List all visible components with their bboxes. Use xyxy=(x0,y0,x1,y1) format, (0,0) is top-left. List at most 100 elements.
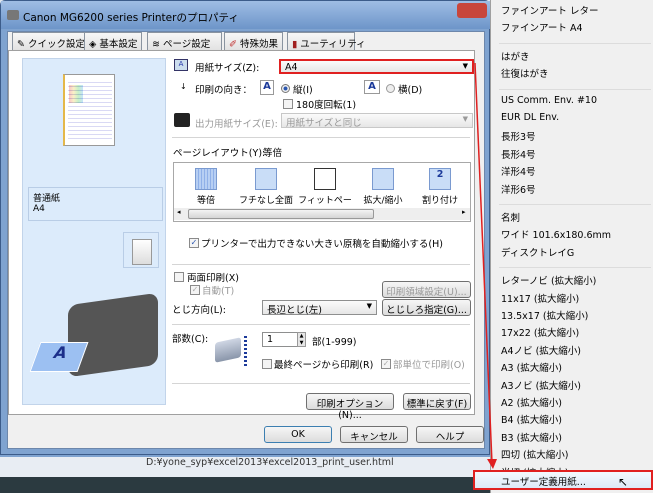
menu-item[interactable]: A2 (拡大縮小) xyxy=(501,395,562,409)
taskbar xyxy=(0,477,490,493)
print-options-button[interactable]: 印刷オプション(N)... xyxy=(306,393,394,421)
menu-item[interactable]: US Comm. Env. #10 xyxy=(501,95,597,106)
menu-item[interactable]: A3 (拡大縮小) xyxy=(501,360,562,374)
tab-page-setup[interactable]: ≋ ページ設定 xyxy=(147,32,222,50)
menu-item[interactable]: レターノビ (拡大縮小) xyxy=(501,273,596,287)
menu-item[interactable]: EUR DL Env. xyxy=(501,112,559,123)
close-button[interactable] xyxy=(457,3,487,18)
menu-item[interactable]: A3ノビ (拡大縮小) xyxy=(501,378,581,392)
copies-label: 部数(C): xyxy=(172,334,209,345)
menu-item[interactable]: 洋形4号 xyxy=(501,164,536,178)
portrait-label: 縦(I) xyxy=(293,85,313,96)
output-size-icon xyxy=(174,113,190,127)
borderless-icon xyxy=(255,168,277,190)
menu-item[interactable]: 17x22 (拡大縮小) xyxy=(501,325,579,339)
window-title: Canon MG6200 series Printerのプロパティ xyxy=(23,12,239,24)
fit-page-icon xyxy=(314,168,336,190)
landscape-label: 横(D) xyxy=(398,85,423,96)
collate-checkbox[interactable]: ✓ xyxy=(381,359,391,369)
menu-item[interactable]: B3 (拡大縮小) xyxy=(501,430,562,444)
menu-item[interactable]: はがき xyxy=(501,49,530,63)
collate-label: 部単位で印刷(O) xyxy=(393,360,465,371)
menu-item[interactable]: A4ノビ (拡大縮小) xyxy=(501,343,581,357)
portrait-icon: A xyxy=(260,80,274,95)
effects-icon: ✐ xyxy=(229,39,237,50)
collate-order-icon xyxy=(244,336,247,366)
cancel-button[interactable]: キャンセル xyxy=(340,426,408,443)
divider xyxy=(172,264,470,265)
layout-option-normal[interactable]: 等倍 xyxy=(176,193,236,206)
layout-list: 等倍 フチなし全面 フィットページ 拡大/縮小 2 割り付け ◂ ▸ xyxy=(173,162,471,222)
tab-main[interactable]: ◈ 基本設定 xyxy=(84,32,143,50)
menu-item[interactable]: 長形4号 xyxy=(501,147,536,161)
chevron-down-icon: ▼ xyxy=(462,62,468,70)
binding-select[interactable]: 長辺とじ(左) ▼ xyxy=(262,300,377,316)
reverse-order-checkbox[interactable] xyxy=(262,359,272,369)
menu-item[interactable]: 名刺 xyxy=(501,210,520,224)
auto-duplex-checkbox[interactable]: ✓ xyxy=(190,285,200,295)
duplex-checkbox[interactable] xyxy=(174,272,184,282)
copies-spinner[interactable]: ▲ ▼ xyxy=(297,332,306,347)
menu-separator xyxy=(499,267,651,269)
menu-item[interactable]: 往復はがき xyxy=(501,66,549,80)
paper-size-select[interactable]: A4 ▼ xyxy=(279,59,474,74)
page-setup-icon: ≋ xyxy=(152,39,160,50)
layout-option-page-layout[interactable]: 割り付け xyxy=(410,193,470,206)
reverse-order-label: 最終ページから印刷(R) xyxy=(274,360,374,371)
defaults-button[interactable]: 標準に戻す(F) xyxy=(403,393,471,410)
output-size-label: 出力用紙サイズ(E): xyxy=(195,119,278,130)
paper-size-dropdown-menu: ファインアート レター ファインアート A4 はがき往復はがき US Comm. En… xyxy=(490,0,653,493)
media-size: A4 xyxy=(33,204,45,214)
chevron-down-icon: ▼ xyxy=(366,302,372,310)
copies-range: 部(1-999) xyxy=(312,337,357,348)
auto-duplex-label: 自動(T) xyxy=(202,286,235,297)
media-info: 普通紙 A4 xyxy=(28,187,163,221)
copies-input[interactable]: 1 xyxy=(262,332,298,347)
media-type: 普通紙 xyxy=(33,194,61,204)
menu-item[interactable]: 13.5x17 (拡大縮小) xyxy=(501,308,588,322)
tab-quick-setup[interactable]: ✎ クイック設定 xyxy=(12,32,91,50)
rotate-180-checkbox[interactable] xyxy=(283,99,293,109)
menu-separator xyxy=(499,204,651,205)
normal-size-icon xyxy=(195,168,217,190)
menu-item[interactable]: ワイド 101.6x180.6mm xyxy=(501,227,611,241)
menu-separator xyxy=(499,42,651,44)
utility-icon: ▮ xyxy=(292,39,298,50)
mouse-cursor-icon: ↖ xyxy=(618,475,629,489)
menu-item[interactable]: 長形3号 xyxy=(501,129,536,143)
menu-item[interactable]: B4 (拡大縮小) xyxy=(501,412,562,426)
rotate-180-label: 180度回転(1) xyxy=(296,100,357,111)
preview-panel: 普通紙 A4 A xyxy=(22,58,166,405)
print-area-button[interactable]: 印刷領域設定(U)... xyxy=(382,281,471,298)
page-preview xyxy=(63,74,115,146)
menu-item[interactable]: 洋形6号 xyxy=(501,182,536,196)
layout-option-borderless[interactable]: フチなし全面 xyxy=(236,193,296,206)
auto-reduce-checkbox[interactable]: ✓ xyxy=(189,238,199,248)
paper-source-icon xyxy=(123,232,159,268)
menu-item[interactable]: ファインアート レター xyxy=(501,3,598,17)
menu-item[interactable]: 四切 (拡大縮小) xyxy=(501,447,568,461)
menu-item-label: ユーザー定義用紙... xyxy=(501,477,586,488)
printer-icon xyxy=(7,10,19,20)
menu-item[interactable]: ファインアート A4 xyxy=(501,20,583,34)
tab-effects[interactable]: ✐ 特殊効果 xyxy=(224,32,284,50)
menu-item[interactable]: ディスクトレイG xyxy=(501,245,574,259)
status-path: D:¥yone_syp¥excel2013¥excel2013_print_us… xyxy=(146,457,394,468)
menu-item[interactable]: 11x17 (拡大縮小) xyxy=(501,291,579,305)
layout-option-scaled[interactable]: 拡大/縮小 xyxy=(353,193,413,206)
layout-scrollbar[interactable]: ◂ ▸ xyxy=(174,208,470,220)
tab-utility[interactable]: ▮ ユーティリティ xyxy=(287,32,366,50)
ok-button[interactable]: OK xyxy=(264,426,332,443)
chevron-down-icon: ▼ xyxy=(462,115,468,123)
main-icon: ◈ xyxy=(89,39,97,50)
scrollbar-thumb[interactable] xyxy=(188,209,374,219)
orientation-label: 印刷の向き： xyxy=(195,85,253,96)
status-bar: D:¥yone_syp¥excel2013¥excel2013_print_us… xyxy=(0,455,490,477)
paper-size-icon: A xyxy=(174,59,188,71)
portrait-radio[interactable] xyxy=(281,84,290,93)
paper-size-label: 用紙サイズ(Z): xyxy=(195,63,260,74)
selected-menu-item[interactable]: ユーザー定義用紙... ↖ xyxy=(473,470,653,490)
output-size-select[interactable]: 用紙サイズと同じ ▼ xyxy=(281,113,473,129)
landscape-radio[interactable] xyxy=(386,84,395,93)
binding-margin-button[interactable]: とじしろ指定(G)... xyxy=(382,299,471,316)
